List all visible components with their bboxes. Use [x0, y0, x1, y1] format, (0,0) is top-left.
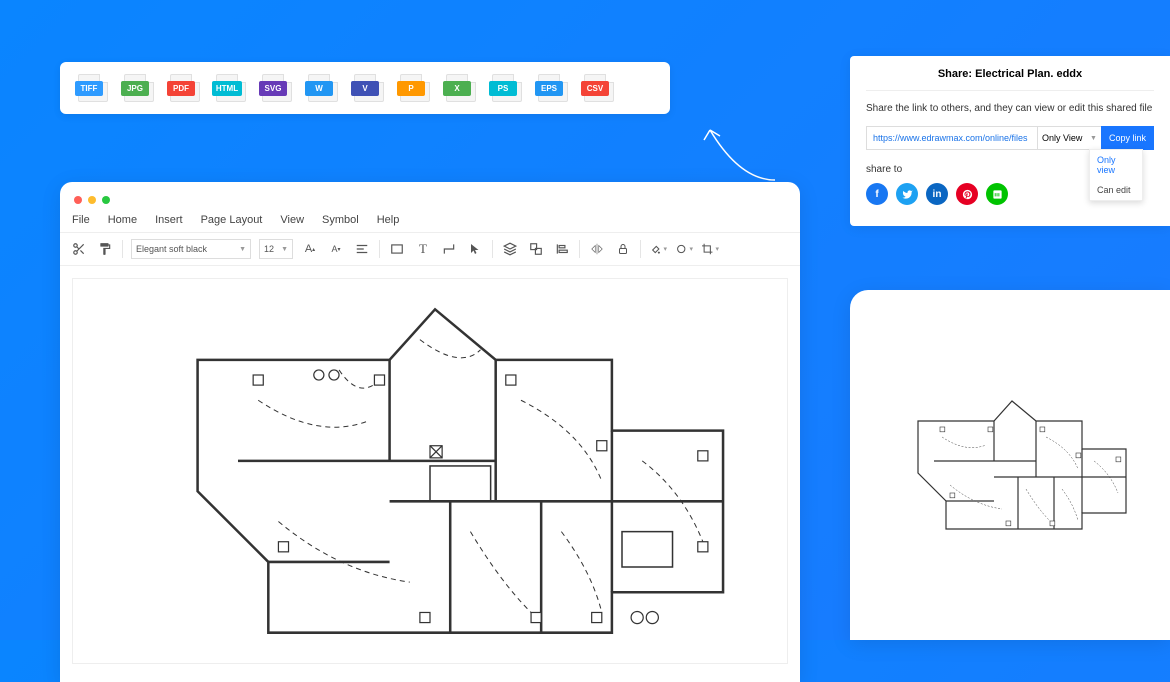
menu-view[interactable]: View	[280, 214, 304, 226]
flip-icon[interactable]	[588, 240, 606, 258]
format-eps[interactable]: EPS	[530, 72, 568, 104]
tablet-floorplan	[870, 330, 1150, 600]
menu-symbol[interactable]: Symbol	[322, 214, 359, 226]
share-dialog: Share: Electrical Plan. eddx Share the l…	[850, 56, 1170, 226]
menu-page-layout[interactable]: Page Layout	[201, 214, 263, 226]
decrease-font-icon[interactable]: A▾	[327, 240, 345, 258]
format-p[interactable]: P	[392, 72, 430, 104]
format-x[interactable]: X	[438, 72, 476, 104]
floorplan-diagram	[72, 278, 788, 664]
permission-select[interactable]: Only View▼ Only view Can edit	[1037, 126, 1101, 150]
pinterest-icon[interactable]	[956, 183, 978, 205]
crop-icon[interactable]: ▾	[701, 240, 719, 258]
group-icon[interactable]	[527, 240, 545, 258]
shadow-icon[interactable]: ▾	[675, 240, 693, 258]
format-svg[interactable]: SVG	[254, 72, 292, 104]
twitter-icon[interactable]	[896, 183, 918, 205]
connector-icon[interactable]	[440, 240, 458, 258]
format-pdf[interactable]: PDF	[162, 72, 200, 104]
text-icon[interactable]: T	[414, 240, 432, 258]
cut-icon[interactable]	[70, 240, 88, 258]
format-jpg[interactable]: JPG	[116, 72, 154, 104]
format-v[interactable]: V	[346, 72, 384, 104]
export-formats-bar: TIFFJPGPDFHTMLSVGWVPXPSEPSCSV	[60, 62, 670, 114]
layers-icon[interactable]	[501, 240, 519, 258]
line-icon[interactable]	[986, 183, 1008, 205]
editor-window: FileHomeInsertPage LayoutViewSymbolHelp …	[60, 182, 800, 682]
format-w[interactable]: W	[300, 72, 338, 104]
align-icon[interactable]	[553, 240, 571, 258]
perm-option-view[interactable]: Only view	[1090, 150, 1142, 180]
facebook-icon[interactable]: f	[866, 183, 888, 205]
arrow-decoration	[680, 120, 780, 190]
fill-icon[interactable]: ▾	[649, 240, 667, 258]
font-select[interactable]: Elegant soft black▼	[131, 239, 251, 259]
linkedin-icon[interactable]: in	[926, 183, 948, 205]
copy-link-button[interactable]: Copy link	[1101, 126, 1154, 150]
format-ps[interactable]: PS	[484, 72, 522, 104]
minimize-dot[interactable]	[88, 196, 96, 204]
menu-help[interactable]: Help	[377, 214, 400, 226]
permission-dropdown: Only view Can edit	[1089, 149, 1143, 201]
align-text-icon[interactable]	[353, 240, 371, 258]
maximize-dot[interactable]	[102, 196, 110, 204]
increase-font-icon[interactable]: A▴	[301, 240, 319, 258]
toolbar: Elegant soft black▼ 12▼ A▴ A▾ T ▾ ▾ ▾	[60, 232, 800, 266]
menu-home[interactable]: Home	[108, 214, 137, 226]
tablet-preview	[850, 290, 1170, 640]
share-description: Share the link to others, and they can v…	[866, 103, 1154, 114]
format-csv[interactable]: CSV	[576, 72, 614, 104]
lock-icon[interactable]	[614, 240, 632, 258]
window-titlebar	[60, 182, 800, 208]
canvas-area[interactable]	[60, 266, 800, 676]
menu-insert[interactable]: Insert	[155, 214, 183, 226]
rectangle-icon[interactable]	[388, 240, 406, 258]
format-html[interactable]: HTML	[208, 72, 246, 104]
share-title: Share: Electrical Plan. eddx	[866, 68, 1154, 91]
close-dot[interactable]	[74, 196, 82, 204]
share-url-field[interactable]: https://www.edrawmax.com/online/files	[866, 126, 1037, 150]
perm-option-edit[interactable]: Can edit	[1090, 180, 1142, 200]
menu-bar: File Home Insert Page Layout View Symbol Help	[60, 208, 800, 232]
font-size-select[interactable]: 12▼	[259, 239, 293, 259]
pointer-icon[interactable]	[466, 240, 484, 258]
format-tiff[interactable]: TIFF	[70, 72, 108, 104]
format-painter-icon[interactable]	[96, 240, 114, 258]
menu-file[interactable]: File	[72, 214, 90, 226]
